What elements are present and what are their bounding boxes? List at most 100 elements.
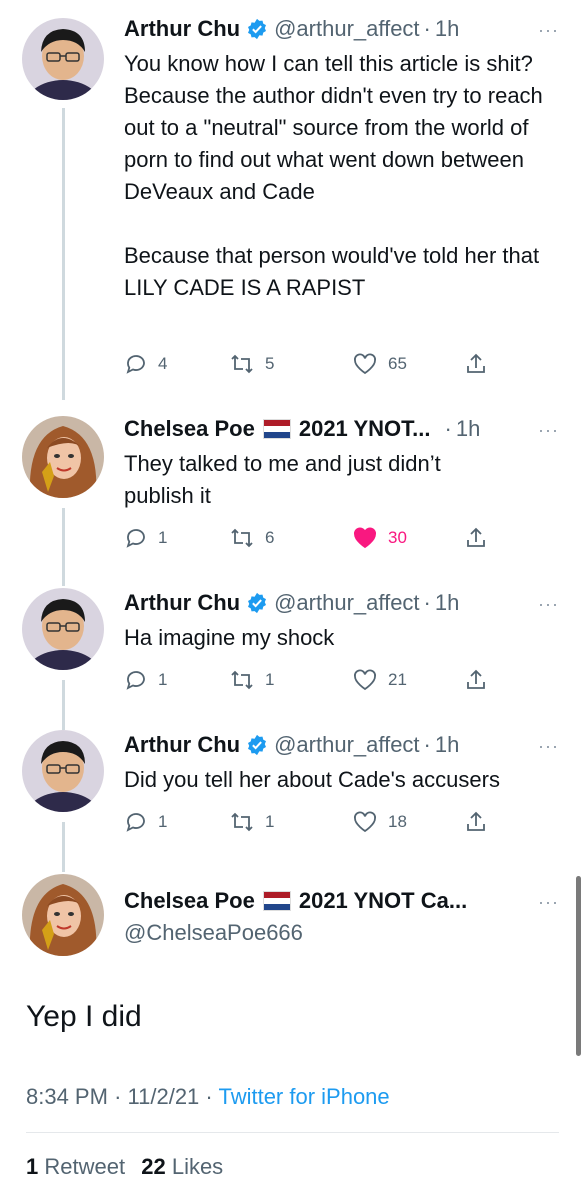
tweet-time[interactable]: 1h <box>435 16 459 42</box>
separator-dot: · <box>205 1084 213 1109</box>
author-name[interactable]: Chelsea Poe <box>124 888 255 914</box>
retweet-icon <box>231 670 253 690</box>
share-icon <box>467 353 485 373</box>
like-button[interactable]: 30 <box>352 524 407 552</box>
author-name[interactable]: Arthur Chu <box>124 16 240 42</box>
like-icon <box>354 527 376 549</box>
retweet-button[interactable]: 6 <box>229 524 274 552</box>
retweet-count: 5 <box>265 354 275 373</box>
share-icon <box>467 669 485 689</box>
separator-dot: · <box>444 416 452 441</box>
separator-dot: · <box>423 732 431 757</box>
reply-count: 1 <box>158 528 168 547</box>
like-count: 18 <box>388 812 407 831</box>
retweet-icon <box>231 812 253 832</box>
tweet-actions: 1 1 21 <box>124 666 504 694</box>
share-button[interactable] <box>464 808 498 836</box>
reply-icon <box>126 529 145 548</box>
like-icon <box>354 669 376 691</box>
author-name-suffix[interactable]: 2021 YNOT Ca... <box>299 888 467 914</box>
avatar-chelsea-poe[interactable] <box>22 416 104 498</box>
retweet-icon <box>231 354 253 374</box>
retweet-count: 6 <box>265 528 275 547</box>
author-handle-row: @ChelseaPoe666 <box>124 920 303 946</box>
tweet-source-link[interactable]: Twitter for iPhone <box>218 1084 389 1109</box>
tweet-meta: 8:34 PM · 11/2/21 · Twitter for iPhone <box>26 1084 390 1110</box>
reply-count: 1 <box>158 670 168 689</box>
retweets-count: 1 <box>26 1154 39 1179</box>
author-handle[interactable]: @arthur_affect <box>274 732 419 758</box>
avatar-arthur-chu[interactable] <box>22 18 104 100</box>
avatar-chelsea-poe[interactable] <box>22 874 104 956</box>
tweet[interactable]: Chelsea Poe 2021 YNOT... · 1h ··· They t… <box>0 400 585 576</box>
like-button[interactable]: 65 <box>352 350 407 378</box>
reply-button[interactable]: 1 <box>124 666 167 694</box>
retweet-button[interactable]: 1 <box>229 808 274 836</box>
retweet-count: 1 <box>265 812 275 831</box>
scrollbar[interactable] <box>576 876 581 1056</box>
tweet-time[interactable]: 1h <box>456 416 480 442</box>
tweet-time[interactable]: 8:34 PM <box>26 1084 108 1109</box>
main-tweet-text: Yep I did <box>26 1000 142 1033</box>
verified-badge-icon <box>248 734 267 756</box>
reply-count: 1 <box>158 812 168 831</box>
tweet-header: Chelsea Poe 2021 YNOT Ca... <box>124 888 467 914</box>
tweet-header: Arthur Chu @arthur_affect · 1h <box>124 16 459 42</box>
reply-count: 4 <box>158 354 168 373</box>
tweet[interactable]: Arthur Chu @arthur_affect · 1h ··· Did y… <box>0 718 585 860</box>
retweet-icon <box>231 528 253 548</box>
tweet-actions: 1 6 30 <box>124 524 504 552</box>
reply-button[interactable]: 1 <box>124 524 167 552</box>
more-icon[interactable]: ··· <box>538 736 559 757</box>
avatar-arthur-chu[interactable] <box>22 730 104 812</box>
like-button[interactable]: 18 <box>352 808 407 836</box>
retweet-button[interactable]: 5 <box>229 350 274 378</box>
like-count: 65 <box>388 354 407 373</box>
tweet-text: You know how I can tell this article is … <box>124 51 543 300</box>
tweet[interactable]: Arthur Chu @arthur_affect · 1h ··· Ha im… <box>0 576 585 718</box>
tweet-time[interactable]: 1h <box>435 590 459 616</box>
retweets-label: Retweet <box>44 1154 126 1179</box>
tweet-text: Ha imagine my shock <box>124 625 335 650</box>
separator-dot: · <box>114 1084 122 1109</box>
retweet-count: 1 <box>265 670 275 689</box>
retweet-button[interactable]: 1 <box>229 666 274 694</box>
like-button[interactable]: 21 <box>352 666 407 694</box>
main-tweet: Chelsea Poe 2021 YNOT Ca... ··· @Chelsea… <box>0 860 585 1200</box>
share-icon <box>467 527 485 547</box>
tweet-actions: 1 1 18 <box>124 808 504 836</box>
tweet[interactable]: Arthur Chu @arthur_affect · 1h ··· You k… <box>0 0 585 400</box>
share-button[interactable] <box>464 350 498 378</box>
retweets-stat[interactable]: 1 Retweet <box>26 1154 125 1179</box>
more-icon[interactable]: ··· <box>538 20 559 41</box>
more-icon[interactable]: ··· <box>538 420 559 441</box>
avatar-arthur-chu[interactable] <box>22 588 104 670</box>
share-button[interactable] <box>464 524 498 552</box>
verified-badge-icon <box>248 18 267 40</box>
tweet-text: Did you tell her about Cade's accusers <box>124 767 500 792</box>
author-name[interactable]: Arthur Chu <box>124 590 240 616</box>
reply-button[interactable]: 1 <box>124 808 167 836</box>
share-icon <box>467 811 485 831</box>
share-button[interactable] <box>464 666 498 694</box>
reply-icon <box>126 355 145 374</box>
likes-stat[interactable]: 22 Likes <box>141 1154 223 1179</box>
reply-button[interactable]: 4 <box>124 350 167 378</box>
author-name[interactable]: Arthur Chu <box>124 732 240 758</box>
reply-icon <box>126 813 145 832</box>
tweet-time[interactable]: 1h <box>435 732 459 758</box>
tweet-date[interactable]: 11/2/21 <box>128 1084 200 1109</box>
author-handle[interactable]: @ChelseaPoe666 <box>124 920 303 946</box>
author-name[interactable]: Chelsea Poe <box>124 416 255 442</box>
like-count: 30 <box>388 528 407 547</box>
author-handle[interactable]: @arthur_affect <box>274 16 419 42</box>
author-handle[interactable]: @arthur_affect <box>274 590 419 616</box>
like-count: 21 <box>388 670 407 689</box>
more-icon[interactable]: ··· <box>538 892 559 913</box>
author-name-suffix[interactable]: 2021 YNOT... <box>299 416 431 442</box>
more-icon[interactable]: ··· <box>538 594 559 615</box>
tweet-header: Arthur Chu @arthur_affect · 1h <box>124 590 459 616</box>
tweet-header: Arthur Chu @arthur_affect · 1h <box>124 732 459 758</box>
likes-count: 22 <box>141 1154 166 1179</box>
like-icon <box>354 811 376 833</box>
